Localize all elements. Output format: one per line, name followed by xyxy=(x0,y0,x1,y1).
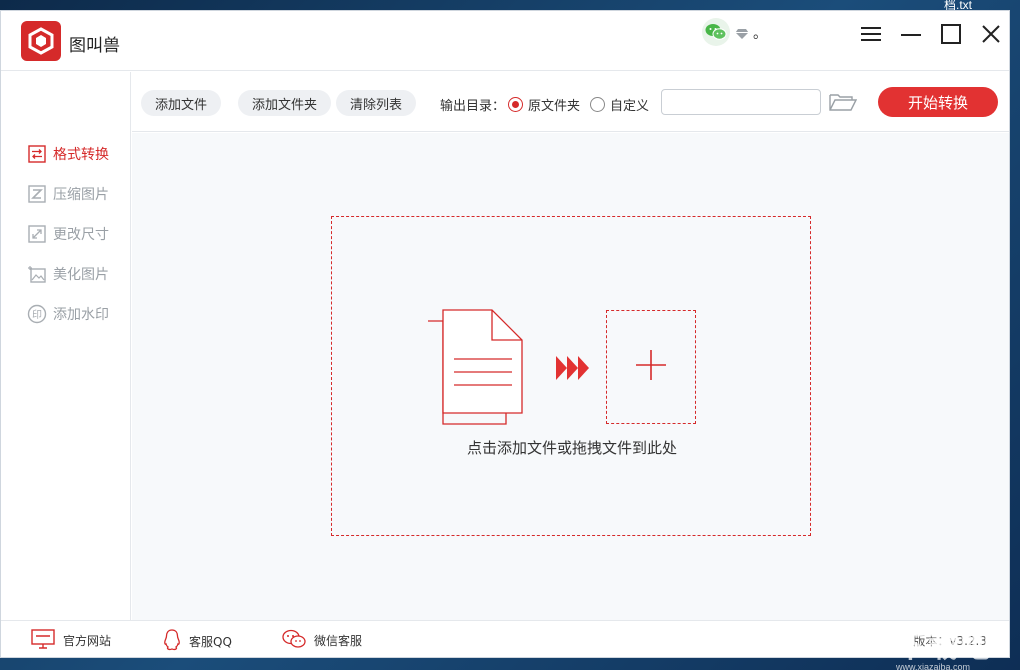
qq-support-link[interactable]: 客服QQ xyxy=(163,629,232,654)
open-folder-icon[interactable] xyxy=(829,92,858,116)
footer-link-label: 客服QQ xyxy=(189,635,232,649)
swap-arrows-icon xyxy=(27,144,47,164)
compress-icon xyxy=(27,184,47,204)
clear-list-button[interactable]: 清除列表 xyxy=(336,90,417,116)
site-watermark: 下载吧 www.xiazaiba.com xyxy=(896,631,992,670)
title-bar: 图叫兽 。 xyxy=(1,11,1009,71)
plus-icon xyxy=(635,349,667,385)
sidebar: 格式转换 压缩图片 更改尺寸 美化图片 印 添加水印 xyxy=(1,72,131,620)
user-name: 。 xyxy=(753,26,767,42)
monitor-icon xyxy=(31,629,55,652)
sidebar-item-resize[interactable]: 更改尺寸 xyxy=(27,223,109,245)
triple-arrow-icon xyxy=(556,355,590,385)
footer: 官方网站 客服QQ 微信客服 版本：v3.2.3 xyxy=(1,620,1009,657)
radio-custom-folder[interactable]: 自定义 xyxy=(590,95,649,114)
footer-link-label: 微信客服 xyxy=(314,634,363,648)
drop-hint-text: 点击添加文件或拖拽文件到此处 xyxy=(466,439,677,457)
sidebar-item-watermark[interactable]: 印 添加水印 xyxy=(27,303,109,325)
sidebar-item-label: 格式转换 xyxy=(53,147,109,163)
output-dir-label: 输出目录： xyxy=(440,99,506,114)
toolbar: 添加文件 添加文件夹 清除列表 输出目录： 原文件夹 自定义 开始转换 xyxy=(132,72,1009,132)
wechat-support-link[interactable]: 微信客服 xyxy=(282,629,362,652)
radio-label: 自定义 xyxy=(610,99,650,114)
file-drop-zone[interactable]: 点击添加文件或拖拽文件到此处 xyxy=(331,216,811,536)
output-path-input[interactable] xyxy=(661,89,821,115)
sidebar-item-beautify[interactable]: 美化图片 xyxy=(27,263,109,285)
wechat-icon xyxy=(282,629,306,652)
start-convert-button[interactable]: 开始转换 xyxy=(878,87,998,117)
app-title: 图叫兽 xyxy=(69,36,120,56)
radio-label: 原文件夹 xyxy=(528,99,581,114)
sidebar-item-label: 美化图片 xyxy=(53,267,109,283)
vip-diamond-icon[interactable] xyxy=(735,25,749,44)
close-icon[interactable] xyxy=(976,19,1006,49)
sidebar-item-format-convert[interactable]: 格式转换 xyxy=(27,143,109,165)
qq-icon xyxy=(163,629,181,654)
wechat-login-icon[interactable] xyxy=(702,18,730,46)
document-icon xyxy=(427,309,527,429)
radio-original-folder[interactable]: 原文件夹 xyxy=(508,95,580,114)
watermark-icon: 印 xyxy=(27,304,47,324)
sidebar-item-label: 压缩图片 xyxy=(53,187,109,203)
menu-icon[interactable] xyxy=(856,19,886,49)
add-file-button[interactable]: 添加文件 xyxy=(141,90,222,116)
official-website-link[interactable]: 官方网站 xyxy=(31,629,111,652)
add-folder-button[interactable]: 添加文件夹 xyxy=(238,90,332,116)
app-logo-icon xyxy=(21,21,61,61)
footer-link-label: 官方网站 xyxy=(63,634,112,648)
add-placeholder-box xyxy=(606,310,696,424)
sidebar-item-label: 更改尺寸 xyxy=(53,227,109,243)
minimize-icon[interactable] xyxy=(896,19,926,49)
maximize-icon[interactable] xyxy=(936,19,966,49)
beautify-icon xyxy=(27,264,47,284)
radio-checked-icon xyxy=(508,97,523,112)
sidebar-item-label: 添加水印 xyxy=(53,307,109,323)
radio-unchecked-icon xyxy=(590,97,605,112)
svg-text:印: 印 xyxy=(32,309,42,321)
resize-icon xyxy=(27,224,47,244)
file-list-area: 点击添加文件或拖拽文件到此处 xyxy=(132,133,1009,620)
sidebar-item-compress[interactable]: 压缩图片 xyxy=(27,183,109,205)
app-window: 图叫兽 。 格式转换 压缩图片 更改尺寸 美化图片 印 添加水印 添加文件 添加… xyxy=(0,10,1010,658)
